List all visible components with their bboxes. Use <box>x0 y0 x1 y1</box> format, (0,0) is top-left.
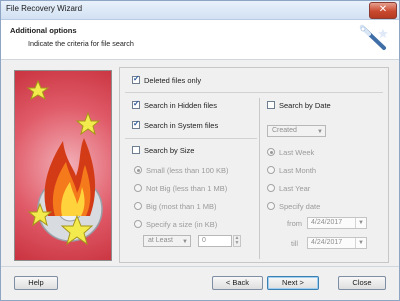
search-by-date-checkbox[interactable] <box>267 101 275 109</box>
hidden-files-checkbox[interactable] <box>132 99 140 109</box>
search-by-size-option[interactable]: Search by Size <box>132 144 194 156</box>
system-files-checkbox[interactable] <box>132 119 140 129</box>
search-by-size-label: Search by Size <box>144 145 195 155</box>
date-type-value: Created <box>272 127 297 134</box>
chevron-down-icon: ▼ <box>355 218 366 228</box>
chevron-down-icon: ▼ <box>355 238 366 248</box>
header-title: Additional options <box>10 26 77 35</box>
wizard-illustration <box>14 70 112 261</box>
window-close-button[interactable]: ✕ <box>369 2 397 19</box>
file-recovery-window: File Recovery Wizard ✕ Additional option… <box>0 0 400 301</box>
date-last-week-option[interactable]: Last Week <box>267 146 314 158</box>
date-specify-radio[interactable] <box>267 202 275 210</box>
size-qualifier-select[interactable]: at Least ▼ <box>143 235 191 247</box>
date-specify-label: Specify date <box>279 201 321 211</box>
size-spinner[interactable]: ▲ ▼ <box>233 235 241 247</box>
back-button[interactable]: < Back <box>212 276 263 290</box>
help-button[interactable]: Help <box>14 276 58 290</box>
divider <box>125 92 383 93</box>
date-last-week-label: Last Week <box>279 147 315 157</box>
header-subtitle: Indicate the criteria for file search <box>28 39 134 48</box>
size-not-big-radio[interactable] <box>134 184 142 192</box>
size-value-input[interactable]: 0 <box>198 235 232 247</box>
from-label: from <box>287 218 302 228</box>
size-small-radio[interactable] <box>134 166 142 174</box>
divider <box>125 138 257 139</box>
till-date-value: 4/24/2017 <box>311 239 343 246</box>
size-specify-label: Specify a size (in KB) <box>146 219 218 229</box>
system-files-option[interactable]: Search in System files <box>132 119 218 131</box>
size-big-label: Big (most than 1 MB) <box>146 201 217 211</box>
search-by-date-label: Search by Date <box>279 100 331 110</box>
size-specify-radio[interactable] <box>134 220 142 228</box>
deleted-files-only-option[interactable]: Deleted files only <box>132 74 201 86</box>
date-last-month-option[interactable]: Last Month <box>267 164 316 176</box>
flaming-disc-image <box>26 79 103 246</box>
vertical-divider <box>259 98 260 259</box>
date-last-year-label: Last Year <box>279 183 311 193</box>
size-specify-option[interactable]: Specify a size (in KB) <box>134 218 217 230</box>
date-last-month-radio[interactable] <box>267 166 275 174</box>
title-bar[interactable]: File Recovery Wizard ✕ <box>1 1 399 20</box>
size-big-option[interactable]: Big (most than 1 MB) <box>134 200 216 212</box>
date-specify-option[interactable]: Specify date <box>267 200 320 212</box>
size-not-big-option[interactable]: Not Big (less than 1 MB) <box>134 182 227 194</box>
size-big-radio[interactable] <box>134 202 142 210</box>
size-small-label: Small (less than 100 KB) <box>146 165 229 175</box>
chevron-down-icon: ▼ <box>182 239 188 245</box>
from-date-value: 4/24/2017 <box>311 219 343 226</box>
from-date-picker[interactable]: 4/24/2017 ▼ <box>307 217 367 229</box>
chevron-down-icon: ▼ <box>317 129 323 135</box>
hidden-files-label: Search in Hidden files <box>144 100 217 110</box>
window-title: File Recovery Wizard <box>6 4 83 13</box>
deleted-files-only-checkbox[interactable] <box>132 74 140 84</box>
date-last-year-radio[interactable] <box>267 184 275 192</box>
size-small-option[interactable]: Small (less than 100 KB) <box>134 164 229 176</box>
footer-divider <box>1 266 399 267</box>
date-type-select[interactable]: Created ▼ <box>267 125 326 137</box>
close-button[interactable]: Close <box>338 276 386 290</box>
till-label: till <box>291 238 299 248</box>
date-last-week-radio[interactable] <box>267 148 275 156</box>
wizard-header: Additional options Indicate the criteria… <box>1 20 399 60</box>
next-button[interactable]: Next > <box>267 276 319 290</box>
search-by-date-option[interactable]: Search by Date <box>267 99 331 111</box>
hidden-files-option[interactable]: Search in Hidden files <box>132 99 217 111</box>
till-date-picker[interactable]: 4/24/2017 ▼ <box>307 237 367 249</box>
size-not-big-label: Not Big (less than 1 MB) <box>146 183 228 193</box>
system-files-label: Search in System files <box>144 120 219 130</box>
size-qualifier-value: at Least <box>148 237 173 244</box>
date-last-year-option[interactable]: Last Year <box>267 182 310 194</box>
deleted-files-only-label: Deleted files only <box>144 75 202 85</box>
date-last-month-label: Last Month <box>279 165 317 175</box>
magic-wand-icon <box>360 25 388 50</box>
search-by-size-checkbox[interactable] <box>132 146 140 154</box>
